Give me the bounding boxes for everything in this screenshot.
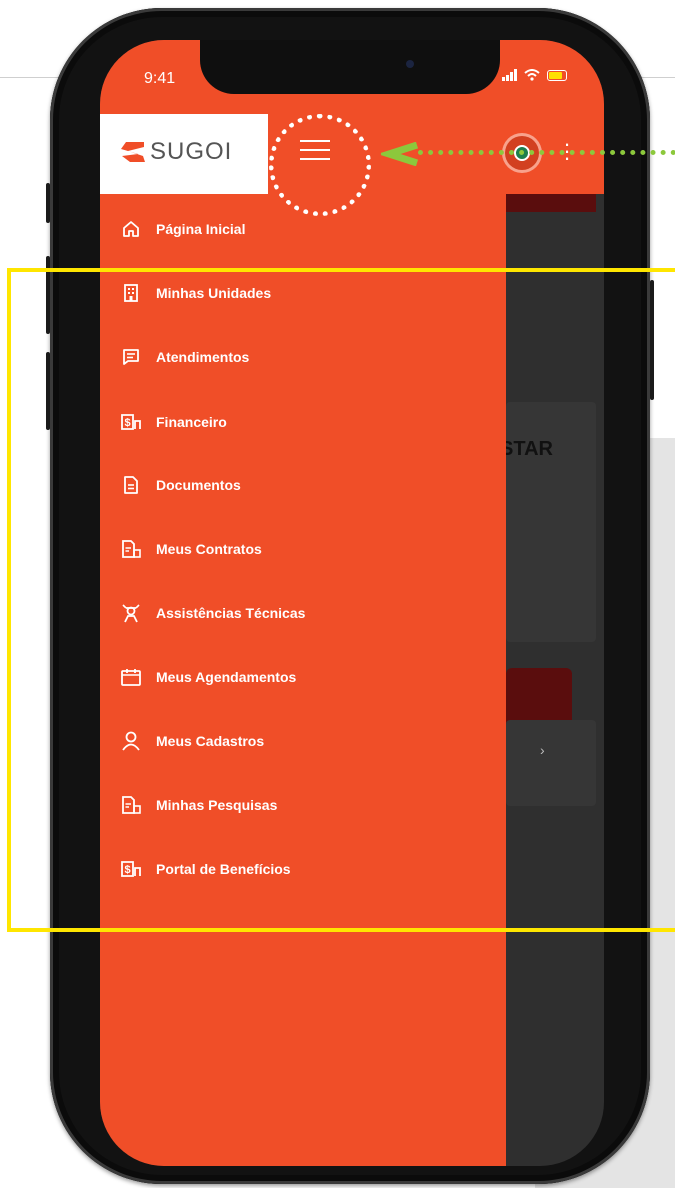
wifi-icon xyxy=(524,69,540,81)
highlight-circle xyxy=(269,114,371,216)
notch xyxy=(200,40,500,94)
signal-icon xyxy=(502,69,517,81)
battery-icon xyxy=(547,69,567,81)
logo-mark-icon xyxy=(121,142,145,162)
pointer-arrow-icon xyxy=(381,142,419,166)
pointer-line xyxy=(418,150,675,155)
app-logo[interactable]: SUGOI xyxy=(118,137,232,167)
menu-item-label: Página Inicial xyxy=(156,221,246,237)
status-time: 9:41 xyxy=(144,70,176,87)
camera-dot xyxy=(406,60,414,68)
system-icons xyxy=(502,69,567,81)
menu-item-pagina-inicial[interactable]: Página Inicial xyxy=(120,212,245,246)
highlight-box xyxy=(7,268,675,932)
background-banner xyxy=(506,194,596,212)
logo-text: SUGOI xyxy=(150,138,233,165)
home-icon xyxy=(120,218,142,240)
mute-switch xyxy=(46,183,50,223)
